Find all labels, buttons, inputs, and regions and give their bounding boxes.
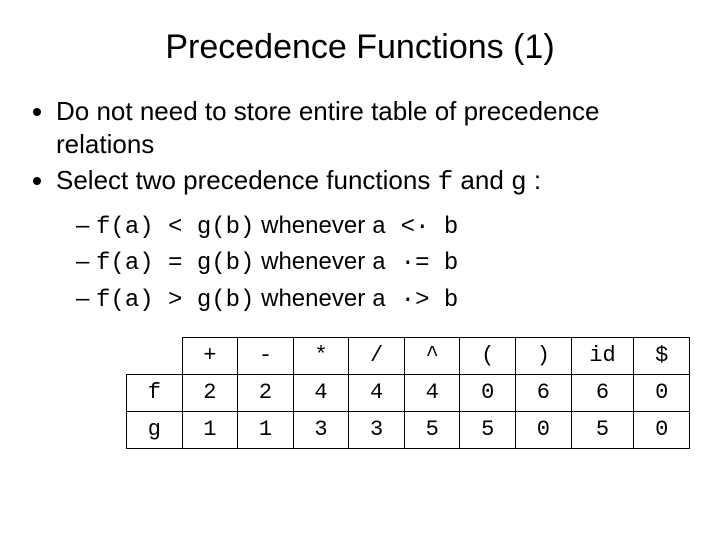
- bullet-1: Do not need to store entire table of pre…: [56, 95, 690, 160]
- rule-3-word: whenever: [254, 285, 371, 312]
- cell: 1: [182, 411, 238, 448]
- cell: 0: [634, 411, 690, 448]
- header-cell: $: [634, 337, 690, 374]
- cell: 3: [293, 411, 349, 448]
- header-cell: *: [293, 337, 349, 374]
- bullet-2: Select two precedence functions f and g …: [56, 164, 690, 199]
- cell: 6: [571, 374, 634, 411]
- rule-2-lhs: f(a) = g(b): [96, 250, 254, 277]
- rule-3-lhs: f(a) > g(b): [96, 287, 254, 314]
- cell: 6: [516, 374, 572, 411]
- bullet-2-text-c: :: [527, 165, 541, 195]
- header-cell: ^: [404, 337, 460, 374]
- rule-1: f(a) < g(b) whenever a <· b: [76, 209, 690, 246]
- cell: 2: [238, 374, 294, 411]
- table-header-row: + - * / ^ ( ) id $: [127, 337, 690, 374]
- bullet-2-text-b: and: [453, 165, 511, 195]
- header-cell: (: [460, 337, 516, 374]
- cell: 5: [404, 411, 460, 448]
- rule-3-rhs: a ·> b: [372, 287, 458, 314]
- bullet-list: Do not need to store entire table of pre…: [30, 95, 690, 199]
- cell: 0: [460, 374, 516, 411]
- code-g: g: [511, 167, 527, 197]
- bullet-2-text-a: Select two precedence functions: [56, 165, 438, 195]
- table-wrap: + - * / ^ ( ) id $ f 2 2 4 4 4 0 6 6 0: [30, 337, 690, 449]
- cell: 2: [182, 374, 238, 411]
- rule-1-rhs: a <· b: [372, 214, 458, 241]
- cell: 5: [571, 411, 634, 448]
- page-title: Precedence Functions (1): [30, 28, 690, 67]
- rule-list: f(a) < g(b) whenever a <· b f(a) = g(b) …: [30, 209, 690, 319]
- precedence-table: + - * / ^ ( ) id $ f 2 2 4 4 4 0 6 6 0: [126, 337, 690, 449]
- header-cell: id: [571, 337, 634, 374]
- table-row: f 2 2 4 4 4 0 6 6 0: [127, 374, 690, 411]
- rule-2: f(a) = g(b) whenever a ·= b: [76, 245, 690, 282]
- slide: Precedence Functions (1) Do not need to …: [0, 0, 720, 449]
- header-cell: -: [238, 337, 294, 374]
- rule-2-word: whenever: [254, 248, 371, 275]
- rule-2-rhs: a ·= b: [372, 250, 458, 277]
- cell: 0: [516, 411, 572, 448]
- header-cell: +: [182, 337, 238, 374]
- code-f: f: [438, 167, 454, 197]
- cell: 3: [349, 411, 405, 448]
- cell: 4: [293, 374, 349, 411]
- rule-1-lhs: f(a) < g(b): [96, 214, 254, 241]
- cell: 4: [349, 374, 405, 411]
- cell: 0: [634, 374, 690, 411]
- header-cell: ): [516, 337, 572, 374]
- row-label: g: [127, 411, 183, 448]
- table-row: g 1 1 3 3 5 5 0 5 0: [127, 411, 690, 448]
- header-cell: /: [349, 337, 405, 374]
- corner-cell: [127, 337, 183, 374]
- row-label: f: [127, 374, 183, 411]
- cell: 5: [460, 411, 516, 448]
- rule-1-word: whenever: [254, 212, 371, 239]
- cell: 4: [404, 374, 460, 411]
- rule-3: f(a) > g(b) whenever a ·> b: [76, 282, 690, 319]
- cell: 1: [238, 411, 294, 448]
